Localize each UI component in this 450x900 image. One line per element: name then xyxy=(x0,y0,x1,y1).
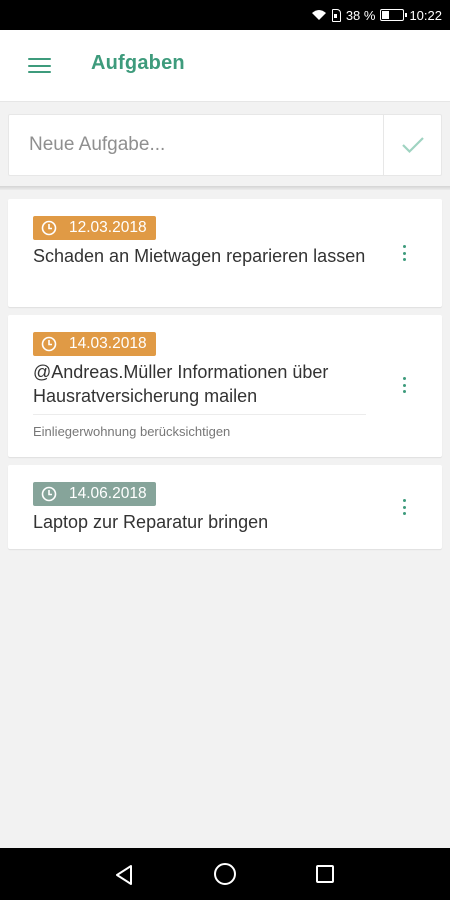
clock-icon xyxy=(41,220,57,236)
wifi-icon xyxy=(311,10,326,20)
check-icon xyxy=(401,137,424,154)
home-icon[interactable] xyxy=(214,863,236,885)
system-nav-bar xyxy=(0,848,450,900)
task-card[interactable]: 14.06.2018 Laptop zur Reparatur bringen xyxy=(8,465,442,549)
recents-icon[interactable] xyxy=(316,865,334,883)
task-card[interactable]: 14.03.2018 @Andreas.Müller Informationen… xyxy=(8,315,442,457)
more-options-icon[interactable] xyxy=(401,245,407,261)
task-title: @Andreas.Müller Informationen über Hausr… xyxy=(33,362,329,406)
back-icon[interactable] xyxy=(114,864,134,886)
due-date-badge: 14.03.2018 xyxy=(33,332,156,356)
note-divider xyxy=(33,414,366,415)
status-icons: 38 % 10:22 xyxy=(311,0,442,30)
task-card[interactable]: 12.03.2018 Schaden an Mietwagen reparier… xyxy=(8,199,442,307)
more-options-icon[interactable] xyxy=(401,499,407,515)
due-date-badge: 14.06.2018 xyxy=(33,482,156,506)
task-note: Einliegerwohnung berücksichtigen xyxy=(33,424,231,439)
task-title: Schaden an Mietwagen reparieren lassen xyxy=(33,246,366,266)
status-bar: 38 % 10:22 xyxy=(0,0,450,30)
due-date: 14.03.2018 xyxy=(69,335,147,352)
clock-time: 10:22 xyxy=(409,7,442,23)
hamburger-menu-icon[interactable] xyxy=(28,57,51,75)
task-title: Laptop zur Reparatur bringen xyxy=(33,512,269,532)
new-task-bar xyxy=(8,114,442,176)
more-options-icon[interactable] xyxy=(401,377,407,393)
sim-icon xyxy=(331,8,341,22)
clock-icon xyxy=(41,336,57,352)
divider xyxy=(0,186,450,190)
due-date: 14.06.2018 xyxy=(69,485,147,502)
new-task-input[interactable] xyxy=(9,115,383,175)
battery-percentage: 38 % xyxy=(345,7,376,23)
clock-icon xyxy=(41,486,57,502)
add-task-button[interactable] xyxy=(383,115,441,175)
due-date: 12.03.2018 xyxy=(69,219,147,236)
app-bar: Aufgaben xyxy=(0,30,450,102)
task-list: 12.03.2018 Schaden an Mietwagen reparier… xyxy=(8,199,442,557)
due-date-badge: 12.03.2018 xyxy=(33,216,156,240)
battery-icon xyxy=(380,9,408,21)
page-title: Aufgaben xyxy=(91,52,185,74)
